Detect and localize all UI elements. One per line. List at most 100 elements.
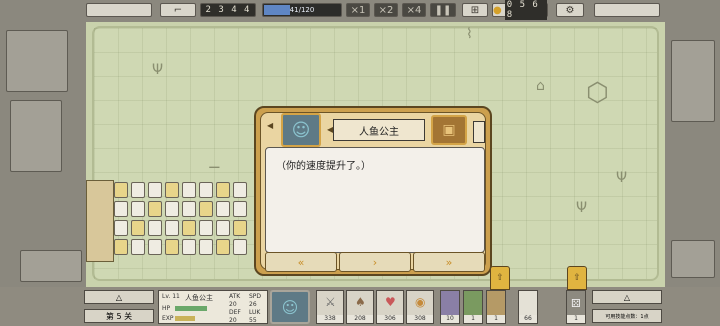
mushroom-icon: ♠ <box>355 295 366 309</box>
next-button[interactable]: › <box>339 252 411 272</box>
frame-panel <box>10 100 62 172</box>
triangle-up-icon: △ <box>623 292 631 302</box>
score-panel: ● 0 5 6 8 <box>492 0 548 20</box>
unit-sprite[interactable] <box>114 220 128 236</box>
mermaid-portrait-icon: ☺ <box>291 119 311 141</box>
unit-sprite[interactable] <box>233 220 247 236</box>
upgrade-arrow-button[interactable]: ⇧ <box>490 266 510 290</box>
unit-sprite[interactable] <box>148 201 162 217</box>
unit-portrait: ☺ <box>270 290 310 324</box>
coin-icon: ● <box>493 4 502 16</box>
unit-sprite[interactable] <box>182 220 196 236</box>
unit-sprite[interactable] <box>148 220 162 236</box>
speaker-name: 人鱼公主 <box>333 119 425 141</box>
res-slot[interactable]: ⚔ 338 <box>316 290 344 324</box>
heart-icon: ♥ <box>385 295 396 309</box>
unit-sprite[interactable] <box>216 182 230 198</box>
unit-sprite[interactable] <box>131 239 145 255</box>
card-slot[interactable]: 66 <box>518 290 538 324</box>
top-left-slot[interactable] <box>86 3 152 17</box>
pause-button[interactable]: ❚❚ <box>430 3 456 17</box>
unit-sprite[interactable] <box>199 239 213 255</box>
unit-sprite[interactable] <box>199 182 213 198</box>
hp-bar: 41/120 <box>262 3 342 17</box>
unit-sprite[interactable] <box>233 182 247 198</box>
unit-level: Lv. 11 <box>162 293 180 300</box>
stat-value: 20 <box>229 301 237 308</box>
settings-button[interactable]: ⚙ <box>556 3 584 17</box>
unit-sprite[interactable] <box>199 201 213 217</box>
pause-icon: ❚❚ <box>434 4 452 16</box>
speed-x4-button[interactable]: ×4 <box>402 3 426 17</box>
wave-counter: 2 3 4 4 <box>200 3 256 17</box>
unit-exp-bar <box>175 316 195 321</box>
unit-sprite[interactable] <box>165 220 179 236</box>
menu-button[interactable]: ⌐ <box>160 3 196 17</box>
card-slot[interactable]: 1 <box>486 290 506 324</box>
frame-panel <box>20 250 82 282</box>
exp-label: EXP <box>162 315 174 322</box>
score-value: 0 5 6 8 <box>504 0 547 20</box>
unit-name: 人鱼公主 <box>185 294 213 302</box>
upgrade-arrow-button[interactable]: ⇧ <box>567 266 587 290</box>
dialog-inner: ◀ ☺ ◀ 人鱼公主 ▣ （你的速度提升了。） « › » <box>260 112 486 272</box>
speaker-portrait: ☺ <box>281 113 321 147</box>
unit-sprite[interactable] <box>148 182 162 198</box>
unit-sprite[interactable] <box>114 239 128 255</box>
res-slot[interactable]: ◉ 308 <box>406 290 434 324</box>
chest-icon: ▣ <box>442 122 456 138</box>
unit-sprite[interactable] <box>182 201 196 217</box>
unit-sprite[interactable] <box>216 220 230 236</box>
unit-sprite[interactable] <box>131 201 145 217</box>
card-slot[interactable]: 1 <box>463 290 483 324</box>
dice-icon: ⚄ <box>571 297 581 310</box>
unit-sprite[interactable] <box>182 182 196 198</box>
unit-sprite[interactable] <box>216 239 230 255</box>
stage-up-button[interactable]: △ <box>84 290 154 304</box>
unit-sprite[interactable] <box>131 220 145 236</box>
res-slot[interactable]: ♥ 306 <box>376 290 404 324</box>
bottom-panel: △ 第 5 关 Lv. 11 人鱼公主 HP EXP ATK SPD 20 26… <box>0 287 720 326</box>
speed-x1-button[interactable]: ×1 <box>346 3 370 17</box>
dead-tree-icon: Ψ <box>152 62 164 78</box>
dead-tree-icon: ⌂ <box>536 78 545 94</box>
unit-sprite[interactable] <box>233 239 247 255</box>
speed-x2-button[interactable]: ×2 <box>374 3 398 17</box>
unit-sprite[interactable] <box>165 182 179 198</box>
card-slot[interactable]: 10 <box>440 290 460 324</box>
stat-header: LUK <box>249 309 261 316</box>
unit-sprite[interactable] <box>182 239 196 255</box>
chest-portrait: ▣ <box>431 115 467 145</box>
frame-panel <box>671 40 715 122</box>
res-slot[interactable]: ♠ 208 <box>346 290 374 324</box>
tree-tower <box>86 180 114 262</box>
sword-icon: ⚔ <box>325 295 336 309</box>
unit-sprite[interactable] <box>114 201 128 217</box>
dice-slot[interactable]: ⚄ 1 <box>566 290 586 324</box>
left-arrow-icon[interactable]: ◀ <box>267 121 273 130</box>
shield-icon: ◉ <box>415 295 426 309</box>
unit-sprite[interactable] <box>131 182 145 198</box>
prev-button[interactable]: « <box>265 252 337 272</box>
right-frame <box>665 0 720 326</box>
right-tab[interactable] <box>473 121 485 143</box>
gear-icon: ⚙ <box>565 4 575 16</box>
skip-button[interactable]: » <box>413 252 485 272</box>
unit-sprite[interactable] <box>199 220 213 236</box>
left-frame <box>0 0 86 326</box>
unit-grid <box>114 182 254 260</box>
unit-sprite[interactable] <box>114 182 128 198</box>
dialog-box: ◀ ☺ ◀ 人鱼公主 ▣ （你的速度提升了。） « › » <box>254 106 492 276</box>
unit-sprite[interactable] <box>165 201 179 217</box>
grid-button[interactable]: ⊞ <box>462 3 488 17</box>
mermaid-portrait-icon: ☺ <box>281 297 299 317</box>
ruin-icon: ⌇ <box>466 26 473 42</box>
unit-formation[interactable] <box>86 180 256 264</box>
hp-text: 41/120 <box>289 6 315 14</box>
unit-sprite[interactable] <box>148 239 162 255</box>
unit-sprite[interactable] <box>216 201 230 217</box>
top-right-slot[interactable] <box>594 3 660 17</box>
unit-sprite[interactable] <box>233 201 247 217</box>
unit-sprite[interactable] <box>165 239 179 255</box>
right-up-button[interactable]: △ <box>592 290 662 304</box>
